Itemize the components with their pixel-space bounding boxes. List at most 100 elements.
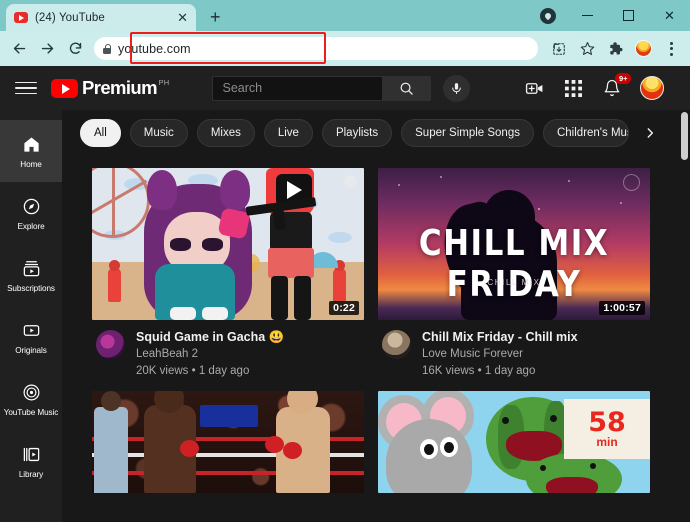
subscriptions-icon: [22, 257, 41, 279]
video-channel[interactable]: LeahBeah 2: [136, 347, 284, 362]
video-title: Chill Mix Friday - Chill mix: [422, 330, 578, 344]
account-avatar[interactable]: [640, 76, 664, 100]
address-bar[interactable]: youtube.com: [94, 37, 538, 60]
youtube-premium-logo[interactable]: Premium PH: [51, 77, 170, 99]
sidebar-label-youtube-music: YouTube Music: [3, 408, 59, 417]
sidebar-label-explore: Explore: [17, 222, 45, 231]
chrome-menu-icon[interactable]: [658, 36, 684, 62]
search-input[interactable]: Search: [211, 75, 382, 101]
window-controls: ✕: [567, 0, 690, 31]
youtube-sidebar: Home Explore Subscriptions Originals You…: [0, 110, 62, 522]
video-duration: 0:22: [329, 301, 359, 315]
tab-close-icon[interactable]: ✕: [177, 11, 188, 24]
chip-all[interactable]: All: [80, 119, 121, 147]
youtube-music-icon: [22, 381, 41, 403]
thumbnail-art-chill: CHILL MIX FRIDAY CHILL MIX: [378, 168, 650, 320]
video-thumbnail-boxing[interactable]: [92, 391, 364, 493]
chip-playlists[interactable]: Playlists: [321, 119, 393, 147]
search-zone: Search: [211, 74, 470, 102]
notification-count-badge: 9+: [615, 73, 631, 84]
browser-toolbar: youtube.com: [0, 31, 690, 66]
window-minimize-button[interactable]: [567, 0, 608, 31]
originals-icon: [22, 319, 41, 341]
youtube-apps-icon[interactable]: [562, 77, 584, 99]
browser-profile-icon[interactable]: [540, 8, 556, 24]
youtube-favicon-icon: [14, 12, 28, 23]
video-thumbnail-squid-game[interactable]: 0:22: [92, 168, 364, 320]
browser-tab-youtube[interactable]: (24) YouTube ✕: [6, 4, 196, 31]
extension-avatar-icon[interactable]: [630, 36, 656, 62]
sidebar-item-subscriptions[interactable]: Subscriptions: [0, 244, 62, 306]
sidebar-item-explore[interactable]: Explore: [0, 182, 62, 244]
window-close-button[interactable]: ✕: [649, 0, 690, 31]
sidebar-label-home: Home: [20, 160, 42, 169]
tab-title: (24) YouTube: [35, 11, 105, 24]
page-scrollbar[interactable]: [678, 110, 690, 522]
bookmark-star-icon[interactable]: [574, 36, 600, 62]
hamburger-menu-icon[interactable]: [15, 77, 37, 99]
video-grid: 0:22 Squid Game in Gacha 😃 LeahBeah 2 20…: [62, 156, 682, 493]
sidebar-item-originals[interactable]: Originals: [0, 306, 62, 368]
forward-arrow-icon[interactable]: [34, 36, 60, 62]
thumbnail-duration-badge: 58 min: [564, 399, 650, 459]
video-card-squid-game[interactable]: 0:22 Squid Game in Gacha 😃 LeahBeah 2 20…: [92, 168, 364, 379]
notifications-bell-icon[interactable]: 9+: [601, 73, 631, 99]
youtube-logo-country: PH: [158, 78, 170, 87]
video-channel[interactable]: Love Music Forever: [422, 347, 578, 362]
browser-window: (24) YouTube ✕ + ✕ youtube.com Premium P…: [0, 0, 690, 522]
youtube-content: All Music Mixes Live Playlists Super Sim…: [62, 110, 682, 522]
badge-unit: min: [596, 435, 618, 449]
new-tab-button[interactable]: +: [210, 7, 221, 28]
thumbnail-title-text: CHILL MIX FRIDAY: [418, 222, 610, 306]
sidebar-label-originals: Originals: [15, 346, 47, 355]
sidebar-label-library: Library: [18, 470, 44, 479]
chip-childrens-music[interactable]: Children's Music: [542, 119, 629, 147]
video-card-chill-mix[interactable]: CHILL MIX FRIDAY CHILL MIX 1:00:57 Chill…: [378, 168, 650, 379]
extensions-puzzle-icon[interactable]: [602, 36, 628, 62]
scrollbar-thumb[interactable]: [680, 112, 688, 160]
video-thumbnail-cartoon[interactable]: 58 min: [378, 391, 650, 493]
badge-number: 58: [588, 407, 626, 438]
address-bar-value: youtube.com: [118, 41, 191, 56]
library-icon: [22, 443, 41, 465]
home-icon: [22, 133, 41, 155]
header-actions: 9+: [523, 73, 678, 100]
video-thumbnail-chill-mix[interactable]: CHILL MIX FRIDAY CHILL MIX 1:00:57: [378, 168, 650, 320]
sidebar-item-home[interactable]: Home: [0, 120, 62, 182]
search-button[interactable]: [381, 75, 431, 101]
thumbnail-art-boxing: [92, 391, 364, 493]
address-bar-wrapper: youtube.com: [94, 32, 538, 64]
video-stats: 20K views • 1 day ago: [136, 365, 250, 377]
video-meta: Chill Mix Friday - Chill mix Love Music …: [378, 320, 650, 379]
video-card-cartoon[interactable]: 58 min: [378, 391, 650, 493]
reload-icon[interactable]: [62, 36, 88, 62]
chip-music[interactable]: Music: [129, 119, 188, 147]
window-maximize-button[interactable]: [608, 0, 649, 31]
chip-super-simple-songs[interactable]: Super Simple Songs: [401, 119, 534, 147]
video-card-boxing[interactable]: [92, 391, 364, 493]
youtube-page: Premium PH Search 9+ Home Explore Subscr…: [0, 66, 690, 522]
video-meta: Squid Game in Gacha 😃 LeahBeah 2 20K vie…: [92, 320, 364, 379]
microphone-button[interactable]: [442, 74, 470, 102]
video-duration: 1:00:57: [599, 301, 645, 315]
channel-avatar[interactable]: [96, 330, 125, 359]
channel-avatar[interactable]: [382, 330, 411, 359]
search-placeholder: Search: [222, 81, 263, 95]
chips-next-chevron-right-icon[interactable]: [636, 119, 664, 147]
youtube-logo-text: Premium: [82, 77, 158, 98]
chip-mixes[interactable]: Mixes: [196, 119, 255, 147]
tab-strip: (24) YouTube ✕ + ✕: [0, 0, 690, 31]
back-arrow-icon[interactable]: [6, 36, 32, 62]
compass-icon: [22, 195, 41, 217]
sidebar-item-library[interactable]: Library: [0, 430, 62, 492]
create-video-icon[interactable]: [523, 77, 545, 99]
thumbnail-art-cartoon: 58 min: [378, 391, 650, 493]
chip-live[interactable]: Live: [263, 119, 313, 147]
youtube-header: Premium PH Search 9+: [0, 66, 690, 110]
thumbnail-subtitle-text: CHILL MIX: [487, 278, 541, 287]
install-icon[interactable]: [546, 36, 572, 62]
youtube-play-icon: [51, 79, 78, 98]
sidebar-label-subscriptions: Subscriptions: [7, 284, 55, 293]
video-stats: 16K views • 1 day ago: [422, 365, 536, 377]
sidebar-item-youtube-music[interactable]: YouTube Music: [0, 368, 62, 430]
